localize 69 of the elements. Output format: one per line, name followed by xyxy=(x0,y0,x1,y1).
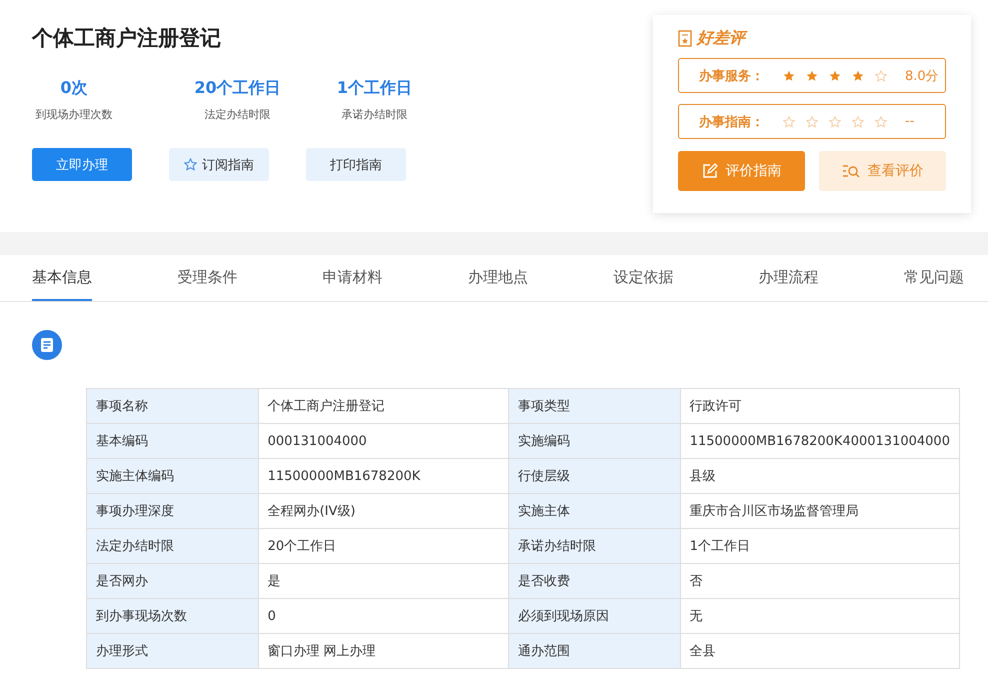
print-button[interactable]: 打印指南 xyxy=(306,148,406,181)
field-label: 必须到现场原因 xyxy=(508,598,680,634)
subscribe-button[interactable]: 订阅指南 xyxy=(169,148,269,181)
field-value: 否 xyxy=(680,564,960,598)
rating-label: 办事服务： xyxy=(699,68,765,84)
tab[interactable]: 办理流程 xyxy=(758,255,819,301)
tab[interactable]: 申请材料 xyxy=(322,255,383,301)
field-label: 事项办理深度 xyxy=(86,494,258,528)
rating-score: -- xyxy=(905,114,914,129)
field-value: 无 xyxy=(680,598,960,634)
field-value: 全程网办(IV级) xyxy=(258,494,509,528)
tab[interactable]: 基本信息 xyxy=(32,255,92,301)
field-value: 行政许可 xyxy=(680,388,960,424)
field-label: 事项类型 xyxy=(508,388,680,424)
field-value: 20个工作日 xyxy=(258,528,509,564)
star-icon xyxy=(829,116,841,128)
stat-label: 承诺办结时限 xyxy=(342,107,408,122)
stat-value: 0次 xyxy=(60,78,88,99)
field-value: 000131004000 xyxy=(258,424,509,458)
field-label: 基本编码 xyxy=(86,424,258,458)
field-label: 法定办结时限 xyxy=(86,528,258,564)
rating-score: 8.0分 xyxy=(905,68,939,84)
stat-label: 到现场办理次数 xyxy=(36,107,112,122)
page-title: 个体工商户注册登记 xyxy=(32,25,222,52)
badge-icon xyxy=(678,30,692,47)
document-icon xyxy=(32,330,62,360)
star-icon xyxy=(875,116,887,128)
field-value: 重庆市合川区市场监督管理局 xyxy=(680,494,960,528)
stat-value: 20个工作日 xyxy=(194,78,281,99)
field-label: 实施主体 xyxy=(508,494,680,528)
field-value: 0 xyxy=(258,598,509,634)
star-icon xyxy=(806,70,818,82)
apply-button[interactable]: 立即办理 xyxy=(32,148,132,181)
field-label: 事项名称 xyxy=(86,388,258,424)
tab[interactable]: 常见问题 xyxy=(904,255,964,301)
field-label: 是否网办 xyxy=(86,564,258,598)
star-icon xyxy=(783,116,795,128)
stat-value: 1个工作日 xyxy=(336,78,412,99)
star-icon xyxy=(829,70,841,82)
tab[interactable]: 设定依据 xyxy=(613,255,674,301)
field-label: 实施编码 xyxy=(508,424,680,458)
field-value: 11500000MB1678200K4000131004000 xyxy=(680,424,960,458)
search-list-icon xyxy=(842,164,860,178)
star-icon xyxy=(806,116,818,128)
field-value: 全县 xyxy=(680,634,960,668)
edit-icon xyxy=(702,163,718,179)
field-label: 是否收费 xyxy=(508,564,680,598)
star-icon xyxy=(852,70,864,82)
field-value: 是 xyxy=(258,564,509,598)
field-value: 窗口办理 网上办理 xyxy=(258,634,509,668)
field-label: 通办范围 xyxy=(508,634,680,668)
field-label: 到办事现场次数 xyxy=(86,598,258,634)
rating-label: 办事指南： xyxy=(699,114,765,130)
tab[interactable]: 办理地点 xyxy=(468,255,528,301)
rating-title: 好差评 xyxy=(697,28,745,49)
field-label: 办理形式 xyxy=(86,634,258,668)
star-icon xyxy=(783,70,795,82)
star-icon xyxy=(184,158,197,171)
field-value: 县级 xyxy=(680,458,960,494)
field-value: 个体工商户注册登记 xyxy=(258,388,509,424)
field-value: 1个工作日 xyxy=(680,528,960,564)
tab[interactable]: 受理条件 xyxy=(177,255,238,301)
stat-label: 法定办结时限 xyxy=(204,107,270,122)
field-label: 实施主体编码 xyxy=(86,458,258,494)
field-label: 行使层级 xyxy=(508,458,680,494)
field-label: 承诺办结时限 xyxy=(508,528,680,564)
field-value: 11500000MB1678200K xyxy=(258,458,509,494)
star-icon xyxy=(875,70,887,82)
star-icon xyxy=(852,116,864,128)
